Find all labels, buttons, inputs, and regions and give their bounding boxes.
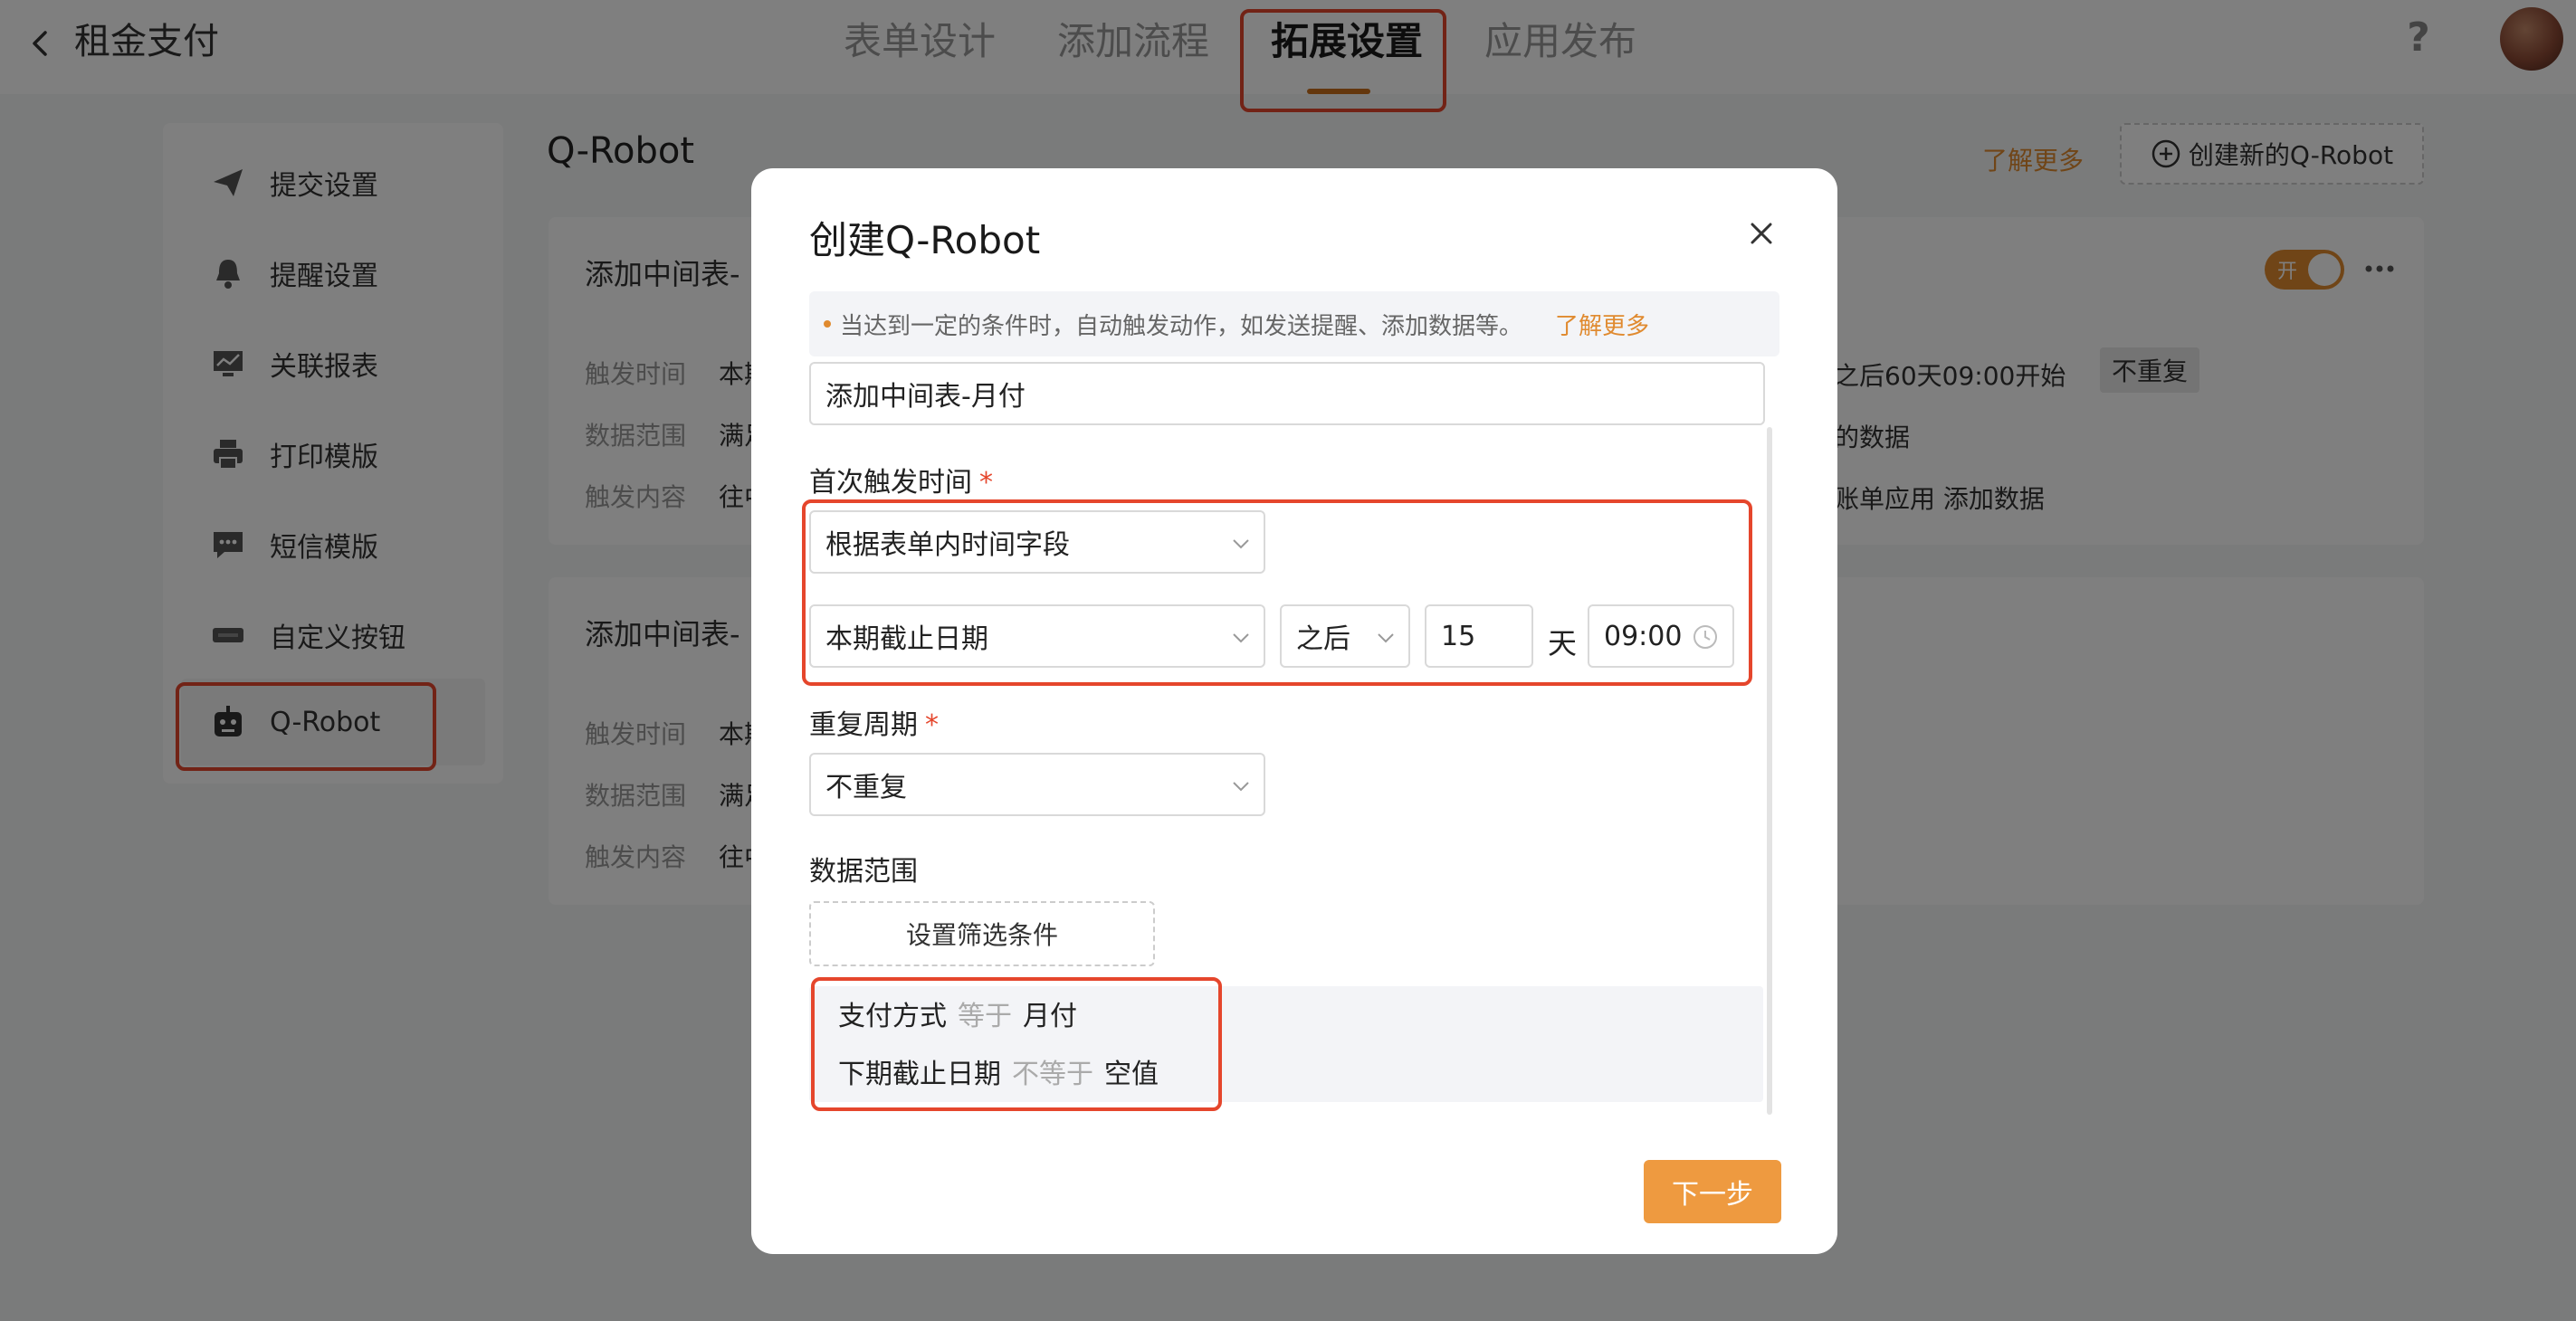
tip-learn-more-link[interactable]: 了解更多 [1555,308,1649,341]
next-step-button[interactable]: 下一步 [1644,1160,1781,1223]
first-trigger-label: 首次触发时间 * [809,467,993,499]
repeat-value: 不重复 [825,772,907,803]
robot-name-input[interactable]: 添加中间表-月付 [809,362,1765,425]
tip-dot [824,320,831,328]
dialog-title: 创建Q-Robot [809,218,1041,262]
tip-text: 当达到一定的条件时，自动触发动作，如发送提醒、添加数据等。 [840,312,1523,340]
highlight-trigger-box [802,499,1752,686]
data-scope-label: 数据范围 [809,856,918,888]
dialog-scrollbar[interactable] [1767,427,1772,1115]
set-filter-button[interactable]: 设置筛选条件 [809,901,1155,966]
chevron-down-icon [1233,782,1249,792]
robot-name-value: 添加中间表-月付 [825,381,1026,413]
close-icon[interactable] [1743,215,1779,252]
repeat-label: 重复周期 * [809,709,939,741]
create-robot-dialog: 创建Q-Robot 当达到一定的条件时，自动触发动作，如发送提醒、添加数据等。 … [751,168,1837,1254]
info-tip: 当达到一定的条件时，自动触发动作，如发送提醒、添加数据等。 了解更多 [809,291,1779,356]
highlight-conditions-box [811,977,1222,1111]
repeat-select[interactable]: 不重复 [809,753,1265,816]
